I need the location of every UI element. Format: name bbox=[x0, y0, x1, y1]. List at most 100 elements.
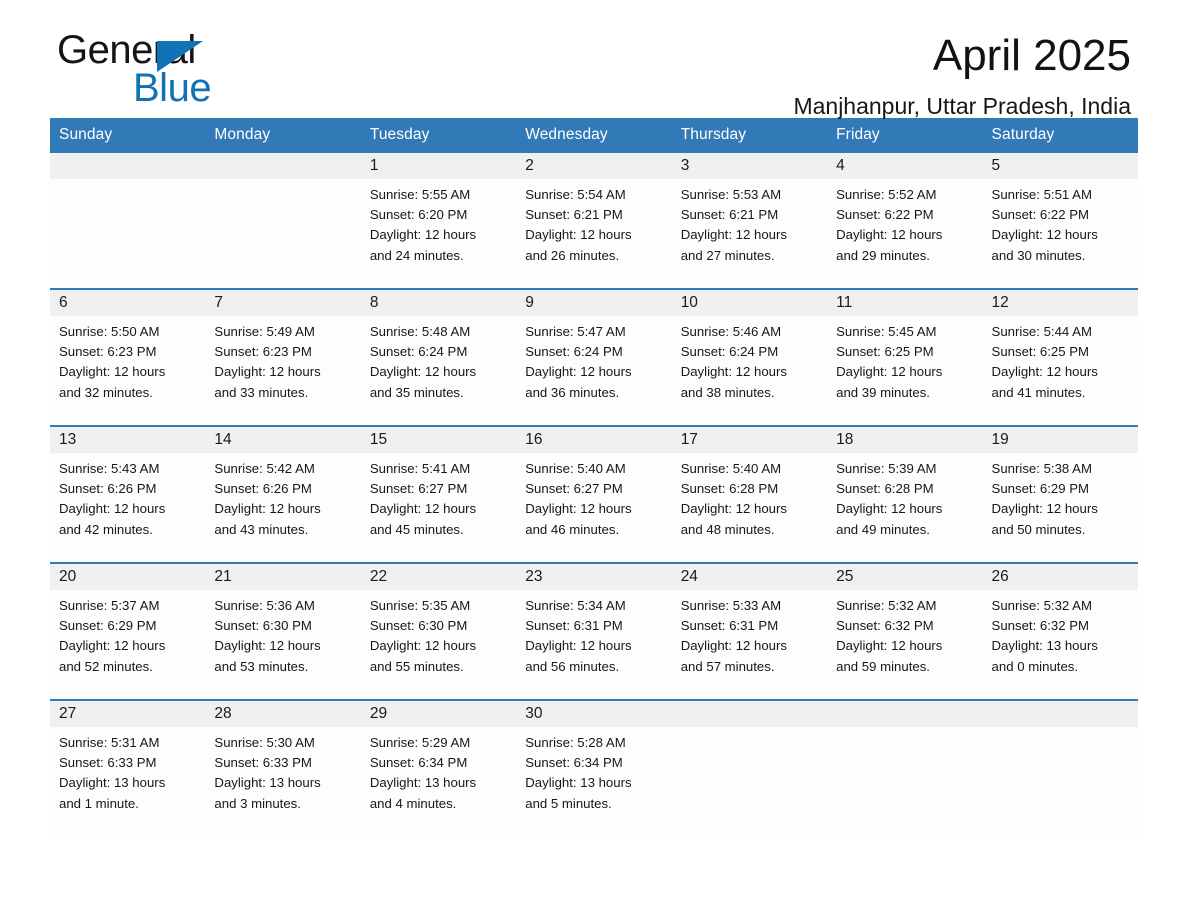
day-number: 3 bbox=[680, 157, 690, 174]
day-number-band: 18 bbox=[827, 427, 983, 453]
day-number-band: 1 bbox=[360, 153, 517, 179]
day-details: Sunrise: 5:54 AM Sunset: 6:21 PM Daylight:… bbox=[516, 179, 671, 266]
calendar-day-cell[interactable]: 4 Sunrise: 5:52 AM Sunset: 6:22 PM Daylight… bbox=[827, 153, 983, 289]
daylight-text-line1: Daylight: 12 hours bbox=[680, 638, 787, 654]
weekday-header-thursday: Thursday bbox=[671, 118, 828, 153]
day-number-band bbox=[827, 701, 983, 727]
day-cell-content: 23 Sunrise: 5:34 AM Sunset: 6:31 PM Dayligh… bbox=[516, 564, 672, 699]
day-cell-content bbox=[205, 153, 361, 288]
day-number: 20 bbox=[59, 568, 77, 585]
calendar-day-cell[interactable]: 23 Sunrise: 5:34 AM Sunset: 6:31 PM Dayligh… bbox=[516, 562, 672, 700]
daylight-text-line2: and 50 minutes. bbox=[991, 521, 1086, 537]
daylight-text-line2: and 24 minutes. bbox=[369, 247, 464, 263]
daylight-text-line2: and 39 minutes. bbox=[836, 384, 930, 400]
day-details: Sunrise: 5:30 AM Sunset: 6:33 PM Daylight:… bbox=[205, 727, 360, 814]
calendar-day-cell[interactable]: 5 Sunrise: 5:51 AM Sunset: 6:22 PM Daylight… bbox=[982, 153, 1138, 289]
day-details: Sunrise: 5:43 AM Sunset: 6:26 PM Daylight:… bbox=[50, 453, 205, 540]
sunrise-text: Sunrise: 5:47 AM bbox=[525, 324, 626, 339]
calendar-week-row: 20 Sunrise: 5:37 AM Sunset: 6:29 PM Dayligh… bbox=[50, 562, 1138, 700]
calendar-day-cell[interactable]: 26 Sunrise: 5:32 AM Sunset: 6:32 PM Dayligh… bbox=[982, 562, 1138, 700]
calendar-day-cell[interactable]: 13 Sunrise: 5:43 AM Sunset: 6:26 PM Dayligh… bbox=[50, 425, 206, 563]
calendar-day-cell[interactable]: 27 Sunrise: 5:31 AM Sunset: 6:33 PM Dayligh… bbox=[50, 699, 206, 836]
day-number: 9 bbox=[525, 294, 534, 311]
calendar-day-cell[interactable]: 16 Sunrise: 5:40 AM Sunset: 6:27 PM Dayligh… bbox=[516, 425, 672, 563]
day-number-band: 6 bbox=[50, 290, 206, 316]
calendar-day-cell[interactable] bbox=[50, 153, 206, 289]
calendar-day-cell[interactable]: 22 Sunrise: 5:35 AM Sunset: 6:30 PM Dayligh… bbox=[360, 562, 517, 700]
weekday-header-saturday: Saturday bbox=[982, 118, 1138, 153]
calendar-day-cell[interactable]: 18 Sunrise: 5:39 AM Sunset: 6:28 PM Dayligh… bbox=[827, 425, 983, 563]
day-cell-content: 17 Sunrise: 5:40 AM Sunset: 6:28 PM Dayligh… bbox=[671, 427, 828, 562]
location-subtitle: Manjhanpur, Uttar Pradesh, India bbox=[793, 93, 1131, 119]
day-number-band: 17 bbox=[671, 427, 828, 453]
calendar-day-cell[interactable]: 30 Sunrise: 5:28 AM Sunset: 6:34 PM Dayligh… bbox=[516, 699, 672, 836]
day-number-band: 2 bbox=[516, 153, 672, 179]
day-details: Sunrise: 5:49 AM Sunset: 6:23 PM Daylight:… bbox=[205, 316, 360, 403]
calendar-day-cell[interactable] bbox=[671, 699, 828, 836]
sunrise-text: Sunrise: 5:46 AM bbox=[680, 324, 782, 339]
daylight-text-line1: Daylight: 12 hours bbox=[214, 638, 321, 654]
day-cell-content: 24 Sunrise: 5:33 AM Sunset: 6:31 PM Dayligh… bbox=[671, 564, 828, 699]
day-number: 5 bbox=[991, 157, 1001, 174]
daylight-text-line2: and 26 minutes. bbox=[525, 247, 620, 263]
calendar-day-cell[interactable] bbox=[205, 153, 361, 289]
sunrise-text: Sunrise: 5:45 AM bbox=[836, 324, 937, 339]
sunrise-text: Sunrise: 5:42 AM bbox=[214, 461, 315, 476]
general-blue-logo[interactable]: General Blue bbox=[57, 28, 397, 118]
calendar-day-cell[interactable]: 24 Sunrise: 5:33 AM Sunset: 6:31 PM Dayligh… bbox=[671, 562, 828, 700]
day-cell-content: 13 Sunrise: 5:43 AM Sunset: 6:26 PM Dayligh… bbox=[50, 427, 206, 562]
daylight-text-line1: Daylight: 12 hours bbox=[59, 501, 166, 517]
calendar-day-cell[interactable]: 19 Sunrise: 5:38 AM Sunset: 6:29 PM Dayligh… bbox=[982, 425, 1138, 563]
calendar-day-cell[interactable]: 21 Sunrise: 5:36 AM Sunset: 6:30 PM Dayligh… bbox=[205, 562, 361, 700]
calendar-day-cell[interactable]: 12 Sunrise: 5:44 AM Sunset: 6:25 PM Dayligh… bbox=[982, 288, 1138, 426]
day-cell-content: 25 Sunrise: 5:32 AM Sunset: 6:32 PM Dayligh… bbox=[827, 564, 983, 699]
day-cell-content: 8 Sunrise: 5:48 AM Sunset: 6:24 PM Daylight… bbox=[360, 290, 517, 425]
day-cell-content: 9 Sunrise: 5:47 AM Sunset: 6:24 PM Daylight… bbox=[516, 290, 672, 425]
sunset-text: Sunset: 6:23 PM bbox=[59, 344, 157, 360]
day-number: 4 bbox=[836, 157, 845, 174]
calendar-day-cell[interactable] bbox=[827, 699, 983, 836]
calendar-day-cell[interactable]: 29 Sunrise: 5:29 AM Sunset: 6:34 PM Dayligh… bbox=[360, 699, 517, 836]
calendar-day-cell[interactable]: 8 Sunrise: 5:48 AM Sunset: 6:24 PM Daylight… bbox=[360, 288, 517, 426]
calendar-day-cell[interactable] bbox=[982, 699, 1138, 836]
calendar-day-cell[interactable]: 14 Sunrise: 5:42 AM Sunset: 6:26 PM Dayligh… bbox=[205, 425, 361, 563]
calendar-day-cell[interactable]: 2 Sunrise: 5:54 AM Sunset: 6:21 PM Daylight… bbox=[516, 153, 672, 289]
calendar-day-cell[interactable]: 28 Sunrise: 5:30 AM Sunset: 6:33 PM Dayligh… bbox=[205, 699, 361, 836]
calendar-day-cell[interactable]: 6 Sunrise: 5:50 AM Sunset: 6:23 PM Daylight… bbox=[50, 288, 206, 426]
calendar-day-cell[interactable]: 3 Sunrise: 5:53 AM Sunset: 6:21 PM Daylight… bbox=[671, 153, 828, 289]
daylight-text-line2: and 41 minutes. bbox=[991, 384, 1086, 400]
sunrise-text: Sunrise: 5:30 AM bbox=[214, 735, 315, 750]
daylight-text-line1: Daylight: 13 hours bbox=[369, 775, 477, 791]
day-cell-content: 29 Sunrise: 5:29 AM Sunset: 6:34 PM Dayligh… bbox=[360, 701, 517, 836]
day-number: 10 bbox=[680, 294, 698, 311]
day-cell-content bbox=[982, 701, 1138, 836]
calendar-day-cell[interactable]: 7 Sunrise: 5:49 AM Sunset: 6:23 PM Daylight… bbox=[205, 288, 361, 426]
calendar-day-cell[interactable]: 15 Sunrise: 5:41 AM Sunset: 6:27 PM Dayligh… bbox=[360, 425, 517, 563]
calendar-day-cell[interactable]: 10 Sunrise: 5:46 AM Sunset: 6:24 PM Dayligh… bbox=[671, 288, 828, 426]
calendar-table: Sunday Monday Tuesday Wednesday Thursday… bbox=[50, 118, 1138, 836]
day-number: 17 bbox=[680, 431, 698, 448]
day-details: Sunrise: 5:39 AM Sunset: 6:28 PM Daylight:… bbox=[827, 453, 982, 540]
day-cell-content: 21 Sunrise: 5:36 AM Sunset: 6:30 PM Dayligh… bbox=[205, 564, 361, 699]
calendar-day-cell[interactable]: 9 Sunrise: 5:47 AM Sunset: 6:24 PM Daylight… bbox=[516, 288, 672, 426]
daylight-text-line2: and 55 minutes. bbox=[369, 658, 464, 674]
daylight-text-line1: Daylight: 12 hours bbox=[214, 364, 321, 380]
calendar-day-cell[interactable]: 17 Sunrise: 5:40 AM Sunset: 6:28 PM Dayligh… bbox=[671, 425, 828, 563]
calendar-day-cell[interactable]: 25 Sunrise: 5:32 AM Sunset: 6:32 PM Dayligh… bbox=[827, 562, 983, 700]
day-details: Sunrise: 5:41 AM Sunset: 6:27 PM Daylight:… bbox=[361, 453, 516, 540]
sunset-text: Sunset: 6:25 PM bbox=[991, 344, 1090, 360]
day-details: Sunrise: 5:33 AM Sunset: 6:31 PM Daylight:… bbox=[672, 590, 827, 677]
calendar-day-cell[interactable]: 11 Sunrise: 5:45 AM Sunset: 6:25 PM Dayligh… bbox=[827, 288, 983, 426]
sunrise-text: Sunrise: 5:40 AM bbox=[680, 461, 782, 476]
daylight-text-line2: and 43 minutes. bbox=[214, 521, 309, 537]
day-number-band: 14 bbox=[205, 427, 361, 453]
day-details: Sunrise: 5:34 AM Sunset: 6:31 PM Daylight:… bbox=[516, 590, 671, 677]
calendar-day-cell[interactable]: 20 Sunrise: 5:37 AM Sunset: 6:29 PM Dayligh… bbox=[50, 562, 206, 700]
daylight-text-line2: and 38 minutes. bbox=[680, 384, 775, 400]
day-details: Sunrise: 5:46 AM Sunset: 6:24 PM Daylight:… bbox=[672, 316, 827, 403]
daylight-text-line1: Daylight: 12 hours bbox=[836, 501, 943, 517]
day-number: 16 bbox=[525, 431, 543, 448]
sunset-text: Sunset: 6:33 PM bbox=[214, 755, 312, 771]
calendar-day-cell[interactable]: 1 Sunrise: 5:55 AM Sunset: 6:20 PM Daylight… bbox=[360, 153, 517, 289]
day-details: Sunrise: 5:40 AM Sunset: 6:27 PM Daylight:… bbox=[516, 453, 671, 540]
